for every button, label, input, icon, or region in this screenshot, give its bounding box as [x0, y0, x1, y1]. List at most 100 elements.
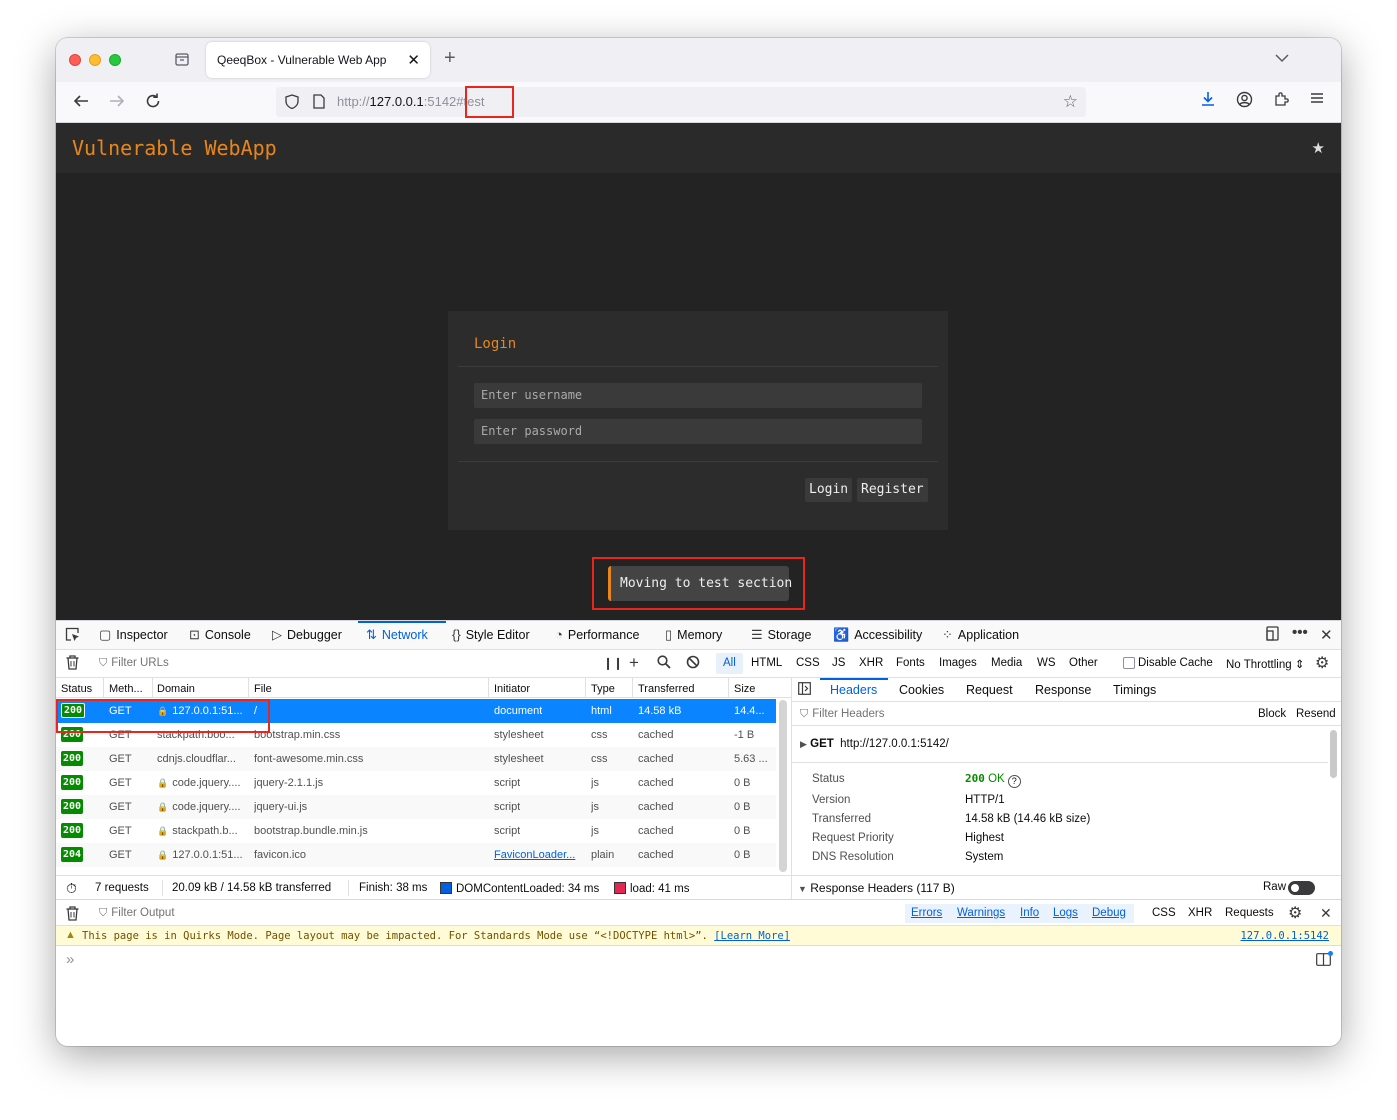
filter-headers-input[interactable]: ⛉ Filter Headers: [800, 708, 884, 721]
close-console-icon[interactable]: ✕: [1320, 905, 1332, 922]
filter-output-input[interactable]: ⛉ Filter Output: [99, 907, 175, 920]
column-transferred[interactable]: Transferred: [638, 683, 694, 695]
tab-accessibility[interactable]: ♿ Accessibility: [833, 627, 922, 643]
tab-inspector[interactable]: ▢ Inspector: [99, 627, 168, 643]
add-icon[interactable]: +: [629, 653, 639, 673]
table-row[interactable]: 200 GET 🔒 stackpath.b... bootstrap.bundle…: [56, 819, 776, 843]
disable-cache-label[interactable]: Disable Cache: [1138, 657, 1213, 669]
star-icon[interactable]: ★: [1312, 139, 1325, 157]
type-filter-html[interactable]: HTML: [751, 657, 782, 669]
column-file[interactable]: File: [254, 683, 272, 695]
tab-console[interactable]: ⊡ Console: [189, 627, 251, 643]
request-summary-line[interactable]: ▶ GET http://127.0.0.1:5142/: [800, 738, 949, 750]
filter-errors[interactable]: Errors: [911, 907, 942, 919]
trash-icon[interactable]: [66, 655, 79, 673]
request-table-scrollbar[interactable]: [779, 700, 787, 872]
column-method[interactable]: Meth...: [109, 683, 143, 695]
page-info-icon[interactable]: [313, 94, 325, 109]
type-filter-fonts[interactable]: Fonts: [896, 657, 925, 669]
table-row[interactable]: 200 GET 🔒 code.jquery.... jquery-2.1.1.js…: [56, 771, 776, 795]
initiator-link[interactable]: FaviconLoader...: [494, 849, 582, 861]
tab-cookies[interactable]: Cookies: [899, 683, 944, 697]
menu-icon[interactable]: [1310, 91, 1324, 110]
bookmark-star-icon[interactable]: ☆: [1063, 92, 1078, 112]
filter-logs[interactable]: Logs: [1053, 907, 1078, 919]
raw-toggle[interactable]: [1288, 881, 1315, 895]
browser-tab[interactable]: QeeqBox - Vulnerable Web App ✕: [206, 42, 430, 78]
search-icon[interactable]: [657, 655, 671, 672]
console-prompt-icon[interactable]: »: [66, 951, 74, 968]
tracking-protection-shield-icon[interactable]: [285, 94, 299, 109]
filter-urls-input[interactable]: ⛉ Filter URLs: [99, 657, 169, 670]
type-filter-images[interactable]: Images: [939, 657, 977, 669]
column-type[interactable]: Type: [591, 683, 615, 695]
learn-more-link[interactable]: [Learn More]: [714, 930, 790, 942]
filter-xhr[interactable]: XHR: [1188, 907, 1212, 919]
filter-info[interactable]: Info: [1020, 907, 1039, 919]
element-picker-icon[interactable]: [65, 627, 80, 646]
tab-headers[interactable]: Headers: [830, 683, 877, 697]
resend-button[interactable]: Resend: [1296, 708, 1336, 720]
tab-timings[interactable]: Timings: [1113, 683, 1156, 697]
login-button[interactable]: Login: [805, 478, 853, 502]
extensions-icon[interactable]: [1273, 91, 1289, 112]
settings-gear-icon[interactable]: ⚙: [1315, 653, 1329, 673]
close-window-button[interactable]: [69, 54, 81, 66]
filter-debug[interactable]: Debug: [1092, 907, 1126, 919]
warning-source-link[interactable]: 127.0.0.1:5142: [1240, 930, 1329, 942]
forward-button[interactable]: [108, 92, 126, 113]
help-icon[interactable]: ?: [1007, 775, 1021, 788]
response-headers-section[interactable]: ▼ Response Headers (117 B) Raw: [792, 875, 1341, 899]
column-size[interactable]: Size: [734, 683, 755, 695]
throttling-select[interactable]: No Throttling ⇕: [1226, 657, 1304, 671]
tab-debugger[interactable]: ▷ Debugger: [272, 627, 342, 643]
filter-warnings[interactable]: Warnings: [957, 907, 1005, 919]
site-brand[interactable]: Vulnerable WebApp: [72, 136, 277, 160]
register-button[interactable]: Register: [857, 478, 928, 502]
url-bar[interactable]: http://127.0.0.1:5142#test ☆: [276, 86, 1086, 118]
account-icon[interactable]: [1236, 91, 1253, 113]
tab-list-icon[interactable]: [174, 51, 190, 67]
pause-icon[interactable]: ❙❙: [603, 656, 623, 670]
column-initiator[interactable]: Initiator: [494, 683, 530, 695]
reload-button[interactable]: [144, 92, 162, 113]
filter-requests[interactable]: Requests: [1225, 907, 1274, 919]
minimize-window-button[interactable]: [89, 54, 101, 66]
tab-application[interactable]: ⁘ Application: [942, 627, 1019, 643]
filter-css[interactable]: CSS: [1152, 907, 1176, 919]
clear-console-icon[interactable]: [66, 906, 79, 924]
type-filter-xhr[interactable]: XHR: [859, 657, 883, 669]
close-devtools-icon[interactable]: ✕: [1320, 626, 1333, 644]
type-filter-ws[interactable]: WS: [1037, 657, 1056, 669]
tab-style-editor[interactable]: {} Style Editor: [452, 627, 530, 642]
column-domain[interactable]: Domain: [157, 683, 195, 695]
password-input[interactable]: Enter password: [474, 419, 922, 444]
tab-memory[interactable]: ▯ Memory: [665, 627, 722, 643]
block-button[interactable]: Block: [1258, 708, 1286, 720]
disable-cache-checkbox[interactable]: [1123, 657, 1135, 669]
responsive-design-icon[interactable]: [1265, 626, 1280, 645]
type-filter-media[interactable]: Media: [991, 657, 1022, 669]
more-options-icon[interactable]: •••: [1292, 624, 1308, 641]
tab-storage[interactable]: ☰ Storage: [751, 627, 811, 643]
new-tab-button[interactable]: +: [444, 48, 456, 68]
block-icon[interactable]: [686, 655, 700, 672]
chevron-down-icon[interactable]: [1275, 50, 1289, 66]
tab-performance[interactable]: ◔ Performance: [555, 627, 639, 642]
tab-request[interactable]: Request: [966, 683, 1013, 697]
table-row[interactable]: 204 GET 🔒 127.0.0.1:51... favicon.ico Fav…: [56, 843, 776, 867]
column-status[interactable]: Status: [61, 683, 92, 695]
type-filter-other[interactable]: Other: [1069, 657, 1098, 669]
zoom-window-button[interactable]: [109, 54, 121, 66]
table-row[interactable]: 200 GET cdnjs.cloudflar... font-awesome.…: [56, 747, 776, 771]
tab-network[interactable]: ⇅ Network: [366, 627, 428, 643]
downloads-icon[interactable]: [1200, 91, 1216, 112]
back-button[interactable]: [72, 92, 90, 113]
type-filter-js[interactable]: JS: [832, 657, 845, 669]
type-filter-css[interactable]: CSS: [796, 657, 820, 669]
sidebar-scrollbar[interactable]: [1330, 730, 1337, 778]
username-input[interactable]: Enter username: [474, 383, 922, 408]
toggle-sidebar-icon[interactable]: [798, 682, 811, 698]
close-tab-icon[interactable]: ✕: [407, 51, 420, 69]
type-filter-all[interactable]: All: [723, 657, 736, 669]
